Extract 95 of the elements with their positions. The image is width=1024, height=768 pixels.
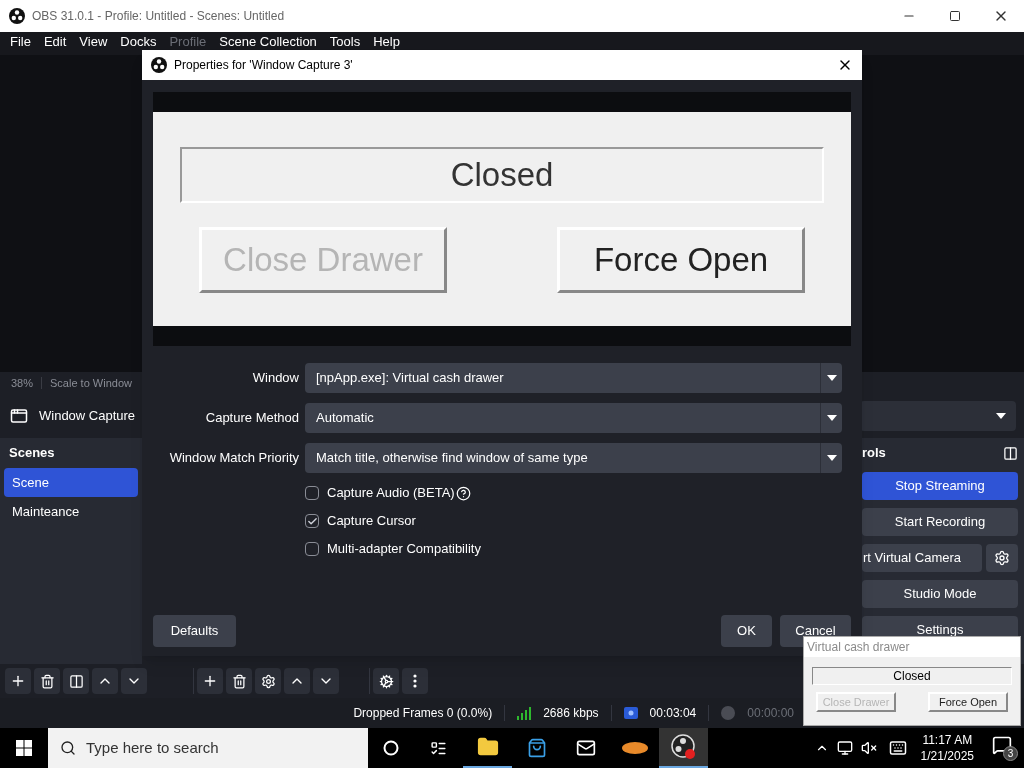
window-title: OBS 31.0.1 - Profile: Untitled - Scenes: Untitled (32, 8, 285, 25)
dropdown-field[interactable]: [npApp.exe]: Virtual cash drawer (305, 363, 842, 393)
oval-icon (621, 742, 648, 754)
field-label: Window Match Priority (168, 449, 299, 468)
windows-logo-icon (16, 740, 32, 756)
window-icon (10, 407, 28, 425)
bag-icon (526, 738, 547, 758)
maximize-icon (949, 10, 961, 22)
control-button[interactable]: Stop Streaming (862, 472, 1018, 500)
check-icon (306, 515, 318, 527)
stream-time: 00:03:04 (649, 705, 697, 722)
control-button[interactable]: rt Virtual Camera (862, 544, 982, 572)
control-button[interactable]: Start Recording (862, 508, 1018, 536)
trash-icon (231, 673, 247, 689)
checkbox[interactable] (305, 514, 319, 528)
drawer-status: Closed (180, 147, 824, 203)
caret-icon (826, 375, 837, 381)
stream-icon (623, 707, 638, 719)
panel-icon (68, 673, 84, 689)
bitrate: 2686 kbps (543, 705, 599, 722)
menu-item[interactable]: Scene Collection (219, 34, 317, 49)
trash-icon (39, 673, 55, 689)
menu-item[interactable]: Edit (43, 34, 67, 49)
menu-item[interactable]: Docks (120, 34, 157, 49)
dropped-frames: Dropped Frames 0 (0.0%) (353, 704, 493, 722)
app-logo-icon (151, 57, 167, 73)
checkbox[interactable] (305, 542, 319, 556)
checkbox-label[interactable]: Capture Audio (BETA) (327, 483, 455, 503)
record-icon (721, 706, 736, 720)
caret-icon (996, 413, 1006, 419)
search-icon (60, 740, 76, 756)
remove-button[interactable] (226, 668, 252, 694)
dock-title: rols (862, 444, 886, 463)
search-field[interactable]: Type here to search (48, 728, 368, 768)
app-logo-icon (9, 8, 25, 24)
scene-item[interactable]: Scene (4, 468, 138, 497)
dropdown-field[interactable]: Match title, otherwise find window of same type (305, 443, 842, 473)
dialog-title: Properties for 'Window Capture 3' (174, 57, 353, 74)
folder-icon (476, 736, 499, 758)
control-button[interactable]: Studio Mode (862, 580, 1018, 608)
drawer-button[interactable]: Force Open (928, 692, 1008, 712)
checkbox-label[interactable]: Multi-adapter Compatibility (327, 539, 481, 559)
drawer-status: Closed (812, 667, 1012, 685)
menu-item[interactable]: File (10, 34, 31, 49)
clock-date: 1/21/2025 (920, 748, 974, 764)
gears-icon (378, 673, 394, 689)
settings-icon (260, 673, 276, 689)
network-icon (836, 740, 853, 756)
source-name: Window Capture (39, 407, 136, 426)
checkbox[interactable] (305, 486, 319, 500)
mail-icon (575, 738, 596, 758)
circle-icon (383, 740, 399, 756)
dots-icon (413, 674, 417, 688)
record-time: 00:00:00 (747, 705, 794, 722)
scale-mode: Scale to Window (50, 375, 132, 391)
menu-item[interactable]: Help (373, 34, 400, 49)
add-button[interactable] (5, 668, 31, 694)
plus-icon (10, 673, 26, 689)
move-up-button[interactable] (92, 668, 118, 694)
checkbox-label[interactable]: Capture Cursor (327, 511, 416, 531)
advanced-audio-button[interactable] (373, 668, 399, 694)
move-up-button[interactable] (284, 668, 310, 694)
settings-button[interactable] (986, 544, 1018, 572)
clock-time: 11:17 AM (922, 732, 973, 748)
dropdown-field[interactable] (860, 401, 1016, 431)
dock-title: Scenes (9, 444, 55, 463)
notification-badge: 3 (1003, 746, 1018, 761)
task-view-icon (430, 739, 447, 757)
more-button[interactable] (402, 668, 428, 694)
move-down-button[interactable] (121, 668, 147, 694)
move-down-button[interactable] (313, 668, 339, 694)
caret-icon (826, 415, 837, 421)
menu-item[interactable]: View (79, 34, 108, 49)
scene-item[interactable]: Mainteance (4, 497, 138, 526)
speaker-muted-icon (860, 740, 877, 756)
menu-item[interactable]: Tools (329, 34, 361, 49)
field-label: Capture Method (204, 409, 299, 428)
zoom-level: 38% (11, 375, 34, 391)
ok-button[interactable]: OK (721, 615, 772, 647)
taskbar-app[interactable] (659, 728, 708, 768)
drawer-button[interactable]: Force Open (557, 227, 805, 293)
remove-button[interactable] (34, 668, 60, 694)
settings-icon (994, 550, 1010, 566)
caret-icon (826, 455, 837, 461)
add-button[interactable] (197, 668, 223, 694)
field-label: Window (251, 369, 299, 388)
defaults-button[interactable]: Defaults (153, 615, 236, 647)
filters-button[interactable] (63, 668, 89, 694)
search-input[interactable]: Type here to search (86, 736, 336, 760)
dropdown-field[interactable]: Automatic (305, 403, 842, 433)
signal-icon (517, 706, 532, 720)
properties-button[interactable] (255, 668, 281, 694)
app-logo-icon (670, 734, 697, 760)
plus-icon (202, 673, 218, 689)
keyboard-icon (888, 739, 907, 757)
